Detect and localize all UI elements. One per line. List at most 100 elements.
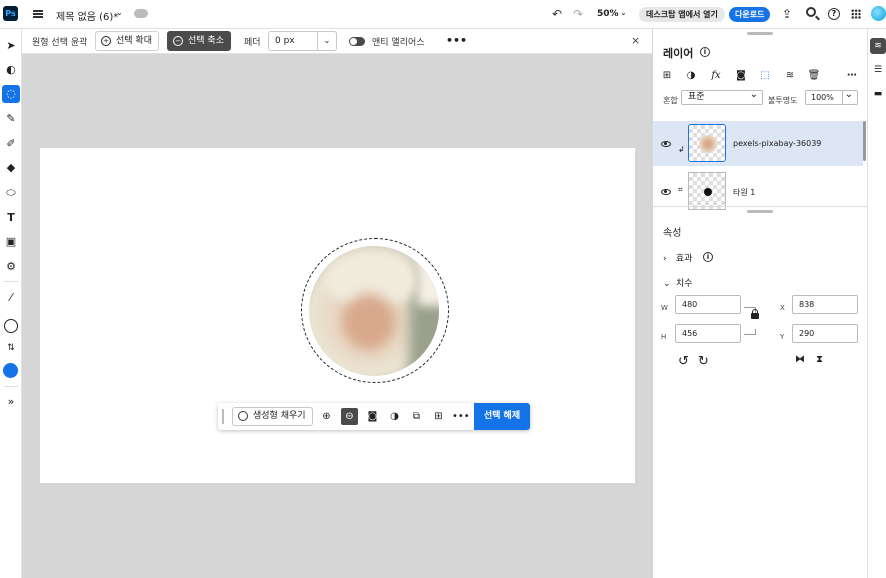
layer-row-ellipse[interactable]: ⌗ 타원 1 xyxy=(653,169,863,214)
visibility-eye-icon[interactable] xyxy=(661,189,671,195)
more-options-icon[interactable]: ••• xyxy=(446,34,467,47)
dimensions-label: 치수 xyxy=(675,279,693,289)
layer-name: pexels-pixabay-36039 xyxy=(733,139,822,148)
blend-mode-select[interactable]: 표준 xyxy=(681,88,763,105)
opacity-select[interactable]: 100% xyxy=(805,88,858,105)
layers-scrollbar[interactable] xyxy=(863,121,866,161)
generative-fill-button[interactable]: 생성형 채우기 xyxy=(232,407,313,426)
more-icon[interactable]: ⋯ xyxy=(845,69,859,83)
zoom-level[interactable]: 50% xyxy=(597,9,619,19)
layer-stack-icon[interactable]: ≋ xyxy=(783,69,797,83)
feather-input[interactable]: 0 px xyxy=(268,31,318,51)
type-tool-icon[interactable]: T xyxy=(2,209,20,227)
panel-divider xyxy=(653,206,868,207)
layer-row-photo[interactable]: ↲ pexels-pixabay-36039 xyxy=(653,121,863,166)
width-input[interactable]: 480 xyxy=(675,295,741,314)
toolbar-divider xyxy=(4,386,18,387)
document-title[interactable]: 제목 없음 (6)* xyxy=(56,8,118,23)
layers-panel-icon[interactable]: ≋ xyxy=(870,38,886,54)
panel-drag-handle[interactable] xyxy=(747,210,773,213)
clipping-indicator-icon: ↲ xyxy=(678,145,685,154)
feather-dropdown-icon[interactable]: ⌄ xyxy=(317,31,337,51)
toolbar-divider xyxy=(4,281,18,282)
share-icon[interactable]: ⇪ xyxy=(782,7,792,21)
mask-icon[interactable]: ◙ xyxy=(364,408,381,425)
clip-icon[interactable]: ⬚ xyxy=(758,69,772,83)
y-input[interactable]: 290 xyxy=(792,324,858,343)
comments-icon[interactable]: ▬ xyxy=(870,86,886,102)
adjustment-layer-icon[interactable]: ◑ xyxy=(684,69,698,83)
properties-title: 속성 xyxy=(663,228,682,239)
swap-colors-icon[interactable]: ⇅ xyxy=(2,339,20,357)
adjustment-icon[interactable]: ◑ xyxy=(386,408,403,425)
lock-aspect-icon[interactable] xyxy=(751,309,759,319)
expand-selection-icon[interactable]: ⊕ xyxy=(318,408,335,425)
adjust-tool-icon[interactable]: ◐ xyxy=(2,61,20,79)
trash-icon[interactable]: 🗑 xyxy=(807,69,821,83)
shape-layer-icon: ⌗ xyxy=(678,185,683,194)
layer-thumbnail xyxy=(688,172,726,210)
selection-marquee[interactable] xyxy=(301,238,449,383)
transform-icon[interactable]: ⊞ xyxy=(430,408,447,425)
shape-tool-icon[interactable]: ⬭ xyxy=(2,184,20,202)
antialias-toggle[interactable] xyxy=(349,37,365,46)
contract-selection-icon[interactable]: ⊖ xyxy=(341,408,358,425)
plus-circle-icon: + xyxy=(101,36,111,46)
chevron-down-icon[interactable]: ⌄ xyxy=(116,8,123,17)
properties-panel-icon[interactable]: ☰ xyxy=(870,62,886,78)
avatar[interactable] xyxy=(871,6,886,21)
download-button[interactable]: 다운로드 xyxy=(729,7,771,22)
rotate-right-icon[interactable]: ↻ xyxy=(698,354,709,369)
tools-panel: ➤ ◐ ◌ ✎ ✐ ◆ ⬭ T ▣ ⚙ ⁄ ⇅ » xyxy=(0,29,22,578)
artboard[interactable] xyxy=(40,148,635,483)
image-tool-icon[interactable]: ▣ xyxy=(2,233,20,251)
add-layer-icon[interactable]: ⊞ xyxy=(660,69,674,83)
rotate-left-icon[interactable]: ↺ xyxy=(678,354,689,369)
close-icon[interactable]: × xyxy=(631,34,640,47)
layers-title: 레이어 xyxy=(663,47,694,60)
mask-icon[interactable]: ◙ xyxy=(734,69,748,83)
info-icon[interactable]: i xyxy=(700,47,710,57)
more-icon[interactable]: ••• xyxy=(452,408,470,425)
height-input[interactable]: 456 xyxy=(675,324,741,343)
expand-selection-button[interactable]: + 선택 확대 xyxy=(95,31,159,51)
flip-horizontal-icon[interactable]: ⧓ xyxy=(795,354,805,365)
move-tool-icon[interactable]: ➤ xyxy=(2,37,20,55)
deselect-button[interactable]: 선택 해제 xyxy=(474,403,530,430)
width-label: W xyxy=(661,304,668,312)
taskbar-drag-handle[interactable] xyxy=(222,409,224,424)
invert-selection-icon[interactable]: ⧉ xyxy=(408,408,425,425)
background-color-swatch[interactable] xyxy=(3,363,18,378)
info-icon[interactable]: i xyxy=(703,252,713,262)
feather-label: 페더 xyxy=(244,38,261,48)
healing-brush-icon[interactable]: ✎ xyxy=(2,110,20,128)
fx-icon[interactable]: fx xyxy=(709,69,723,83)
menu-icon[interactable] xyxy=(33,10,43,18)
effects-section-toggle[interactable]: › 효과 xyxy=(663,251,692,264)
visibility-eye-icon[interactable] xyxy=(661,141,671,147)
zoom-chevron-icon[interactable]: ⌄ xyxy=(620,8,627,17)
y-label: Y xyxy=(780,333,785,341)
panel-drag-handle[interactable] xyxy=(747,32,773,35)
canvas-area[interactable]: 생성형 채우기 ⊕ ⊖ ◙ ◑ ⧉ ⊞ ••• 선택 해제 xyxy=(22,54,652,578)
redo-icon[interactable]: ↷ xyxy=(573,7,583,21)
brush-tool-icon[interactable]: ✐ xyxy=(2,135,20,153)
open-in-desktop-button[interactable]: 데스크탑 앱에서 열기 xyxy=(639,7,725,22)
contract-selection-button[interactable]: − 선택 축소 xyxy=(167,31,231,51)
x-label: X xyxy=(780,304,785,312)
generate-tool-icon[interactable]: ⚙ xyxy=(2,258,20,276)
foreground-color-swatch[interactable] xyxy=(4,319,18,333)
undo-icon[interactable]: ↶ xyxy=(552,7,562,21)
eyedropper-icon[interactable]: ⁄ xyxy=(2,289,20,307)
flip-vertical-icon[interactable]: ⧗ xyxy=(816,354,823,365)
help-icon[interactable]: ? xyxy=(828,8,840,20)
blend-label: 혼합 xyxy=(663,96,678,105)
apps-grid-icon[interactable] xyxy=(851,9,861,19)
search-icon[interactable] xyxy=(806,7,816,17)
dimensions-section-toggle[interactable]: ⌄ 치수 xyxy=(663,276,692,289)
expand-toolbar-icon[interactable]: » xyxy=(2,393,20,411)
paint-bucket-icon[interactable]: ◆ xyxy=(2,159,20,177)
x-input[interactable]: 838 xyxy=(792,295,858,314)
panel-rail: ≋ ☰ ▬ xyxy=(867,29,886,578)
elliptical-marquee-tool-icon[interactable]: ◌ xyxy=(2,85,20,103)
